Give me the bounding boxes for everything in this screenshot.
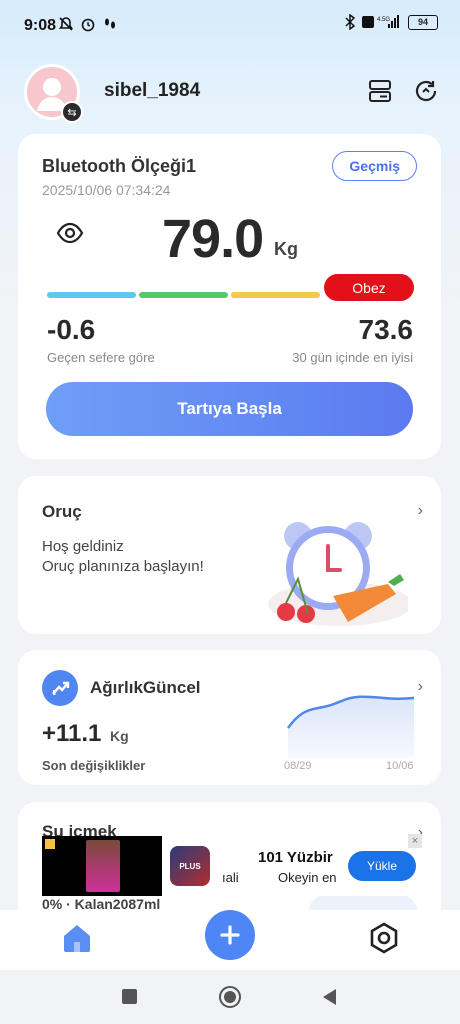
ad-title: 101 Yüzbir — [258, 849, 333, 866]
bmi-bar-underweight — [47, 292, 136, 298]
username: sibel_1984 — [104, 80, 201, 101]
weight-change-unit: Kg — [110, 728, 129, 744]
chart-start-date: 08/29 — [284, 760, 312, 772]
fasting-card[interactable]: Oruç › Hoş geldiniz Oruç planınıza başla… — [18, 476, 441, 634]
status-bar: 9:08 4.5G 94 — [0, 0, 460, 52]
fasting-title: Oruç — [42, 502, 82, 521]
trend-up-icon — [42, 670, 78, 706]
device-list-icon[interactable] — [367, 78, 393, 104]
weight-trend-sparkline — [286, 695, 415, 758]
ad-truncated-text: ıali — [222, 870, 239, 885]
device-name: Bluetooth Ölçeği1 — [42, 156, 197, 176]
weight-update-title: AğırlıkGüncel — [90, 678, 201, 697]
ad-subtitle: Okeyin en — [278, 870, 337, 885]
ad-install-button[interactable]: Yükle — [348, 851, 416, 881]
scale-card: Bluetooth Ölçeği1 2025/10/06 07:34:24 Ge… — [18, 134, 441, 459]
weight-change-value: +11.1 — [42, 720, 102, 747]
weight-update-card[interactable]: AğırlıkGüncel › +11.1 Kg Son değişiklikl… — [18, 650, 441, 785]
recent-changes-label: Son değişiklikler — [42, 758, 146, 773]
eye-icon[interactable] — [56, 222, 84, 244]
avatar[interactable]: ⇆ — [24, 64, 83, 123]
start-weighing-button[interactable]: Tartıya Başla — [46, 382, 413, 436]
bmi-bar-normal — [139, 292, 228, 298]
ad-app-icon[interactable]: PLUS — [170, 846, 210, 886]
settings-icon[interactable] — [368, 922, 400, 954]
chart-end-date: 10/06 — [386, 760, 414, 772]
recent-apps-icon[interactable] — [122, 989, 137, 1004]
home-icon[interactable] — [60, 922, 94, 954]
home-nav-icon[interactable] — [218, 985, 242, 1009]
back-icon[interactable] — [320, 987, 338, 1007]
measurement-datetime: 2025/10/06 07:34:24 — [42, 182, 171, 198]
change-value: -0.6 — [47, 314, 96, 345]
ad-video[interactable] — [42, 836, 162, 896]
status-time: 9:08 — [24, 17, 57, 34]
signal-icon: 4.5G — [362, 15, 399, 28]
mute-notification-icon — [58, 17, 74, 31]
bmi-status-badge: Obez — [324, 274, 414, 301]
best-value: 73.6 — [358, 314, 414, 345]
steps-icon — [105, 18, 115, 29]
bluetooth-icon — [345, 14, 356, 30]
system-navigation-bar — [0, 970, 460, 1024]
fasting-clock-illustration — [268, 522, 408, 626]
ad-choices-icon — [45, 839, 55, 849]
battery-indicator: 94 — [408, 14, 438, 30]
sync-icon[interactable] — [413, 78, 439, 104]
close-icon[interactable]: × — [408, 834, 422, 848]
alarm-icon — [81, 18, 95, 32]
fasting-welcome: Hoş geldiniz — [42, 538, 124, 555]
best-label: 30 gün içinde en iyisi — [292, 350, 413, 365]
chevron-right-icon: › — [417, 678, 423, 695]
bottom-navigation — [0, 910, 460, 970]
svg-text:4.5G: 4.5G — [377, 17, 390, 23]
weight-unit: Kg — [274, 239, 298, 259]
add-button[interactable] — [205, 910, 255, 960]
change-label: Geçen sefere göre — [47, 350, 155, 365]
bmi-bar-overweight — [231, 292, 320, 298]
plus-icon — [220, 925, 240, 945]
switch-user-icon[interactable]: ⇆ — [61, 101, 83, 123]
fasting-prompt: Oruç planınıza başlayın! — [42, 558, 204, 575]
ad-banner[interactable]: PLUS ıali 101 Yüzbir Okeyin en Yükle × — [42, 834, 422, 896]
chevron-right-icon: › — [417, 502, 423, 519]
history-button[interactable]: Geçmiş — [332, 151, 417, 181]
weight-value: 79.0 — [162, 209, 264, 269]
ad-video-thumbnail — [86, 840, 120, 892]
